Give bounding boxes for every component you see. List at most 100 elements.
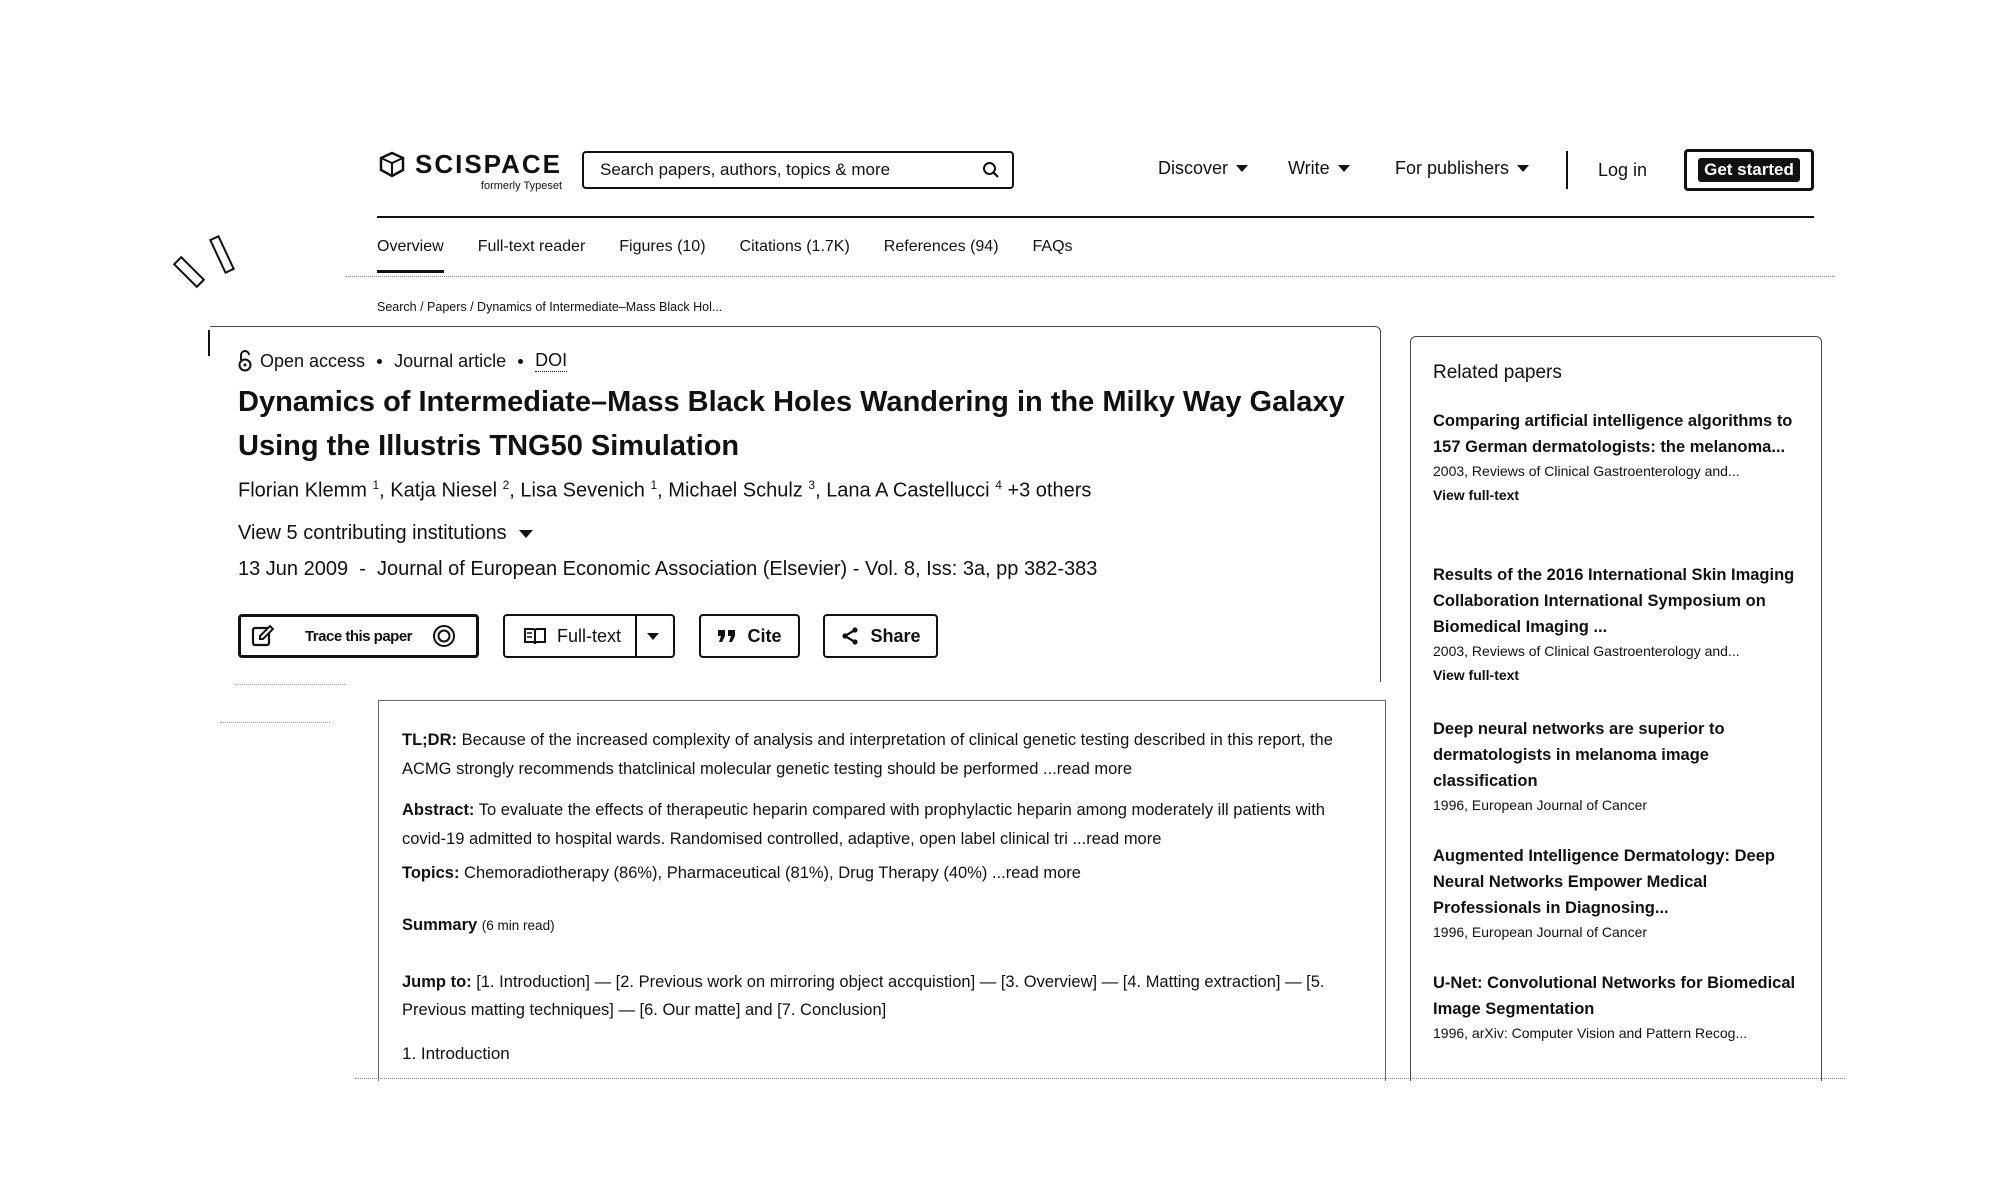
related-paper-meta: 1996, European Journal of Cancer [1433,924,1648,940]
scispace-logo[interactable]: SCISPACE formerly Typeset [377,150,562,192]
scispace-logo-icon [379,151,405,178]
nav-discover-label: Discover [1158,158,1229,178]
related-paper-title[interactable]: U-Net: Convolutional Networks for Biomed… [1433,970,1805,1022]
book-icon [524,628,546,645]
affiliation-number: 1 [372,478,380,492]
tldr-section: TL;DR: Because of the increased complexi… [402,726,1362,784]
chevron-down-icon [518,529,533,538]
tab-full-text-reader[interactable]: Full-text reader [478,238,586,273]
decorative-dots [235,684,345,685]
publication-info: 13 Jun 2009 - Journal of European Econom… [238,558,1098,580]
logo-subtitle: formerly Typeset [480,180,562,192]
author-link[interactable]: Katja Niesel [390,480,497,502]
view-full-text-link[interactable]: View full-text [1433,667,1805,683]
related-paper-title[interactable]: Comparing artificial intelligence algori… [1433,408,1805,460]
header-divider [377,216,1814,218]
jump-to-section: Jump to: [1. Introduction] — [2. Previou… [402,968,1332,1024]
author-link[interactable]: Lisa Sevenich [520,480,645,502]
topics-read-more[interactable]: ...read more [992,864,1081,882]
view-full-text-link[interactable]: View full-text [1433,487,1805,503]
full-text-label: Full-text [557,625,622,646]
cite-button[interactable]: Cite [699,614,800,658]
paper-meta: Open access Journal article DOI [238,350,568,372]
related-paper-title[interactable]: Deep neural networks are superior to der… [1433,716,1805,794]
related-paper-item: Deep neural networks are superior to der… [1433,716,1805,813]
full-text-button-group: Full-text [503,614,675,658]
nav-discover[interactable]: Discover [1158,158,1249,179]
related-paper-item: Augmented Intelligence Dermatology: Deep… [1433,843,1805,940]
doi-link[interactable]: DOI [535,350,568,372]
full-text-dropdown[interactable] [637,632,669,640]
tldr-label: TL;DR: [402,731,457,749]
tab-references[interactable]: References (94) [884,238,999,273]
topics-text: Chemoradiotherapy (86%), Pharmaceutical … [459,864,992,882]
abstract-read-more[interactable]: ...read more [1072,830,1161,848]
related-papers-title: Related papers [1433,362,1562,383]
tldr-text: Because of the increased complexity of a… [402,731,1333,778]
abstract-text: To evaluate the effects of therapeutic h… [402,801,1325,848]
topics-section: Topics: Chemoradiotherapy (86%), Pharmac… [402,864,1081,883]
related-paper-meta: 1996, European Journal of Cancer [1433,797,1648,813]
quote-icon [718,630,736,642]
author-link[interactable]: Lana A Castellucci [826,480,989,502]
tab-overview[interactable]: Overview [377,238,444,273]
affiliation-number: 2 [502,478,510,492]
chevron-down-icon [647,632,660,640]
more-authors-link[interactable]: +3 others [1007,480,1091,502]
target-icon [433,625,455,647]
login-link[interactable]: Log in [1598,160,1647,181]
related-paper-item: Results of the 2016 International Skin I… [1433,562,1805,683]
tab-citations[interactable]: Citations (1.7K) [740,238,850,273]
summary-label: Summary [402,916,478,934]
abstract-label: Abstract: [402,801,475,819]
nav-write-label: Write [1288,158,1330,178]
related-paper-meta: 2003, Reviews of Clinical Gastroenterolo… [1433,463,1740,479]
author-list: Florian Klemm 1, Katja Niesel 2, Lisa Se… [238,478,1092,502]
share-label: Share [870,625,921,646]
nav-for-publishers[interactable]: For publishers [1395,158,1530,179]
search-input[interactable] [600,160,982,180]
jump-links[interactable]: [1. Introduction] — [2. Previous work on… [402,973,1325,1019]
chevron-down-icon [1236,165,1249,172]
related-paper-meta: 1996, arXiv: Computer Vision and Pattern… [1433,1025,1748,1041]
affiliation-number: 1 [650,478,658,492]
related-paper-item: Comparing artificial intelligence algori… [1433,408,1805,503]
cite-label: Cite [747,625,782,646]
related-paper-title[interactable]: Augmented Intelligence Dermatology: Deep… [1433,843,1805,921]
related-paper-item: U-Net: Convolutional Networks for Biomed… [1433,970,1805,1041]
nav-divider [1566,151,1568,189]
nav-for-publishers-label: For publishers [1395,158,1510,178]
search-bar[interactable] [582,151,1014,189]
summary-heading: Summary (6 min read) [402,916,555,935]
card-edge [208,330,210,356]
breadcrumb[interactable]: Search / Papers / Dynamics of Intermedia… [377,300,722,314]
separator-dot [518,358,524,364]
author-link[interactable]: Michael Schulz [668,480,803,502]
institutions-label: View 5 contributing institutions [238,522,507,544]
tabs-divider [345,276,1835,277]
abstract-section: Abstract: To evaluate the effects of the… [402,796,1362,854]
logo-name: SCISPACE [415,149,562,179]
author-link[interactable]: Florian Klemm [238,480,367,502]
edit-icon [251,624,275,647]
trace-paper-button[interactable]: Trace this paper [238,614,479,658]
related-paper-title[interactable]: Results of the 2016 International Skin I… [1433,562,1805,640]
full-text-button[interactable]: Full-text [505,616,638,656]
get-started-button[interactable]: Get started [1684,149,1814,191]
separator-dot [377,358,383,364]
nav-write[interactable]: Write [1288,158,1350,179]
section-heading-introduction: 1. Introduction [402,1044,510,1063]
tldr-read-more[interactable]: ...read more [1043,760,1132,778]
institutions-toggle[interactable]: View 5 contributing institutions [238,522,533,545]
article-type: Journal article [394,350,507,371]
share-button[interactable]: Share [823,614,938,658]
chevron-down-icon [1337,165,1350,172]
decorative-mark [208,234,236,275]
tab-faqs[interactable]: FAQs [1033,238,1073,273]
open-lock-icon [238,350,252,372]
search-icon[interactable] [982,161,1000,179]
summary-read-time: (6 min read) [481,918,555,933]
related-paper-meta: 2003, Reviews of Clinical Gastroenterolo… [1433,643,1740,659]
affiliation-number: 3 [808,478,816,492]
tab-figures[interactable]: Figures (10) [619,238,705,273]
